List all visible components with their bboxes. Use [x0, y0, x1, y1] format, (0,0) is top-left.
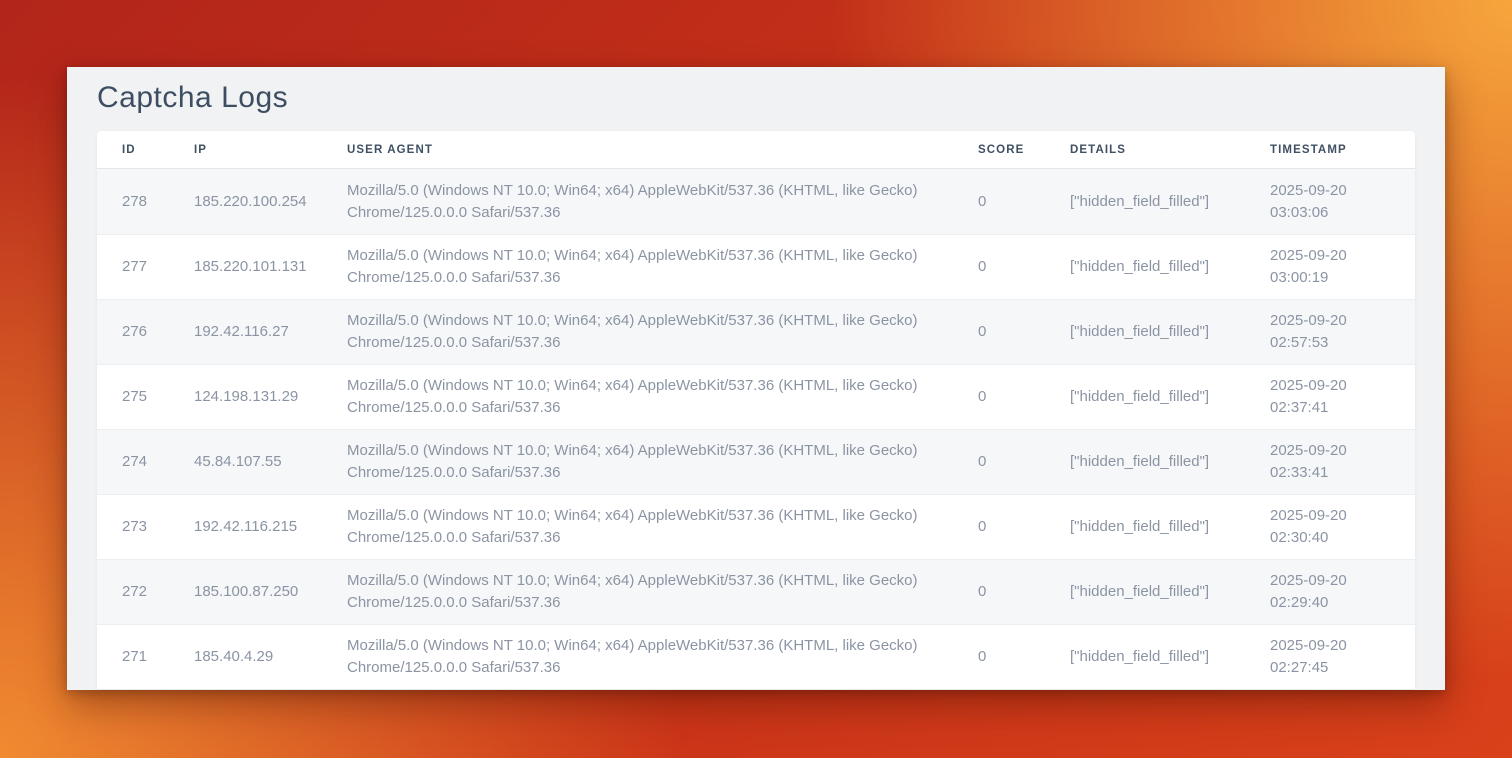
table-row: 271 185.40.4.29 Mozilla/5.0 (Windows NT … [97, 624, 1415, 689]
cell-timestamp: 2025-09-20 03:00:19 [1270, 245, 1390, 289]
cell-ip: 192.42.116.215 [194, 516, 347, 538]
table-row: 273 192.42.116.215 Mozilla/5.0 (Windows … [97, 494, 1415, 559]
cell-timestamp: 2025-09-20 02:27:45 [1270, 635, 1390, 679]
cell-ip: 185.100.87.250 [194, 581, 347, 603]
cell-id: 277 [122, 256, 194, 278]
cell-user-agent: Mozilla/5.0 (Windows NT 10.0; Win64; x64… [347, 245, 978, 289]
cell-timestamp: 2025-09-20 02:29:40 [1270, 570, 1390, 614]
cell-details: ["hidden_field_filled"] [1070, 256, 1270, 278]
cell-details: ["hidden_field_filled"] [1070, 581, 1270, 603]
cell-ip: 45.84.107.55 [194, 451, 347, 473]
table-header-row: IDIPUSER AGENTSCOREDETAILSTIMESTAMP [97, 131, 1415, 169]
cell-user-agent: Mozilla/5.0 (Windows NT 10.0; Win64; x64… [347, 180, 978, 224]
cell-score: 0 [978, 516, 1070, 538]
cell-user-agent: Mozilla/5.0 (Windows NT 10.0; Win64; x64… [347, 635, 978, 679]
cell-ip: 185.220.101.131 [194, 256, 347, 278]
cell-user-agent: Mozilla/5.0 (Windows NT 10.0; Win64; x64… [347, 440, 978, 484]
cell-timestamp: 2025-09-20 02:57:53 [1270, 310, 1390, 354]
column-header-details: DETAILS [1070, 144, 1270, 156]
cell-details: ["hidden_field_filled"] [1070, 516, 1270, 538]
table-row: 276 192.42.116.27 Mozilla/5.0 (Windows N… [97, 299, 1415, 364]
cell-id: 275 [122, 386, 194, 408]
cell-timestamp: 2025-09-20 02:33:41 [1270, 440, 1390, 484]
table-row: 275 124.198.131.29 Mozilla/5.0 (Windows … [97, 364, 1415, 429]
captcha-logs-card: Captcha Logs IDIPUSER AGENTSCOREDETAILST… [67, 67, 1445, 690]
cell-user-agent: Mozilla/5.0 (Windows NT 10.0; Win64; x64… [347, 375, 978, 419]
cell-ip: 185.40.4.29 [194, 646, 347, 668]
table-row: 278 185.220.100.254 Mozilla/5.0 (Windows… [97, 169, 1415, 234]
cell-timestamp: 2025-09-20 03:03:06 [1270, 180, 1390, 224]
column-header-score: SCORE [978, 144, 1070, 156]
cell-user-agent: Mozilla/5.0 (Windows NT 10.0; Win64; x64… [347, 310, 978, 354]
cell-score: 0 [978, 386, 1070, 408]
column-header-user_agent: USER AGENT [347, 144, 978, 156]
cell-score: 0 [978, 256, 1070, 278]
cell-ip: 124.198.131.29 [194, 386, 347, 408]
cell-details: ["hidden_field_filled"] [1070, 451, 1270, 473]
page-title: Captcha Logs [97, 83, 1415, 113]
cell-user-agent: Mozilla/5.0 (Windows NT 10.0; Win64; x64… [347, 505, 978, 549]
cell-id: 271 [122, 646, 194, 668]
cell-details: ["hidden_field_filled"] [1070, 191, 1270, 213]
cell-score: 0 [978, 321, 1070, 343]
cell-score: 0 [978, 581, 1070, 603]
cell-id: 278 [122, 191, 194, 213]
cell-id: 272 [122, 581, 194, 603]
cell-score: 0 [978, 646, 1070, 668]
cell-ip: 185.220.100.254 [194, 191, 347, 213]
captcha-logs-table: IDIPUSER AGENTSCOREDETAILSTIMESTAMP 278 … [97, 131, 1415, 689]
cell-timestamp: 2025-09-20 02:30:40 [1270, 505, 1390, 549]
cell-details: ["hidden_field_filled"] [1070, 386, 1270, 408]
cell-details: ["hidden_field_filled"] [1070, 646, 1270, 668]
cell-score: 0 [978, 191, 1070, 213]
cell-timestamp: 2025-09-20 02:37:41 [1270, 375, 1390, 419]
cell-ip: 192.42.116.27 [194, 321, 347, 343]
column-header-id: ID [122, 144, 194, 156]
cell-id: 273 [122, 516, 194, 538]
table-body: 278 185.220.100.254 Mozilla/5.0 (Windows… [97, 169, 1415, 689]
cell-details: ["hidden_field_filled"] [1070, 321, 1270, 343]
table-row: 272 185.100.87.250 Mozilla/5.0 (Windows … [97, 559, 1415, 624]
cell-score: 0 [978, 451, 1070, 473]
column-header-timestamp: TIMESTAMP [1270, 144, 1390, 156]
table-row: 274 45.84.107.55 Mozilla/5.0 (Windows NT… [97, 429, 1415, 494]
column-header-ip: IP [194, 144, 347, 156]
cell-id: 274 [122, 451, 194, 473]
table-row: 277 185.220.101.131 Mozilla/5.0 (Windows… [97, 234, 1415, 299]
cell-user-agent: Mozilla/5.0 (Windows NT 10.0; Win64; x64… [347, 570, 978, 614]
cell-id: 276 [122, 321, 194, 343]
